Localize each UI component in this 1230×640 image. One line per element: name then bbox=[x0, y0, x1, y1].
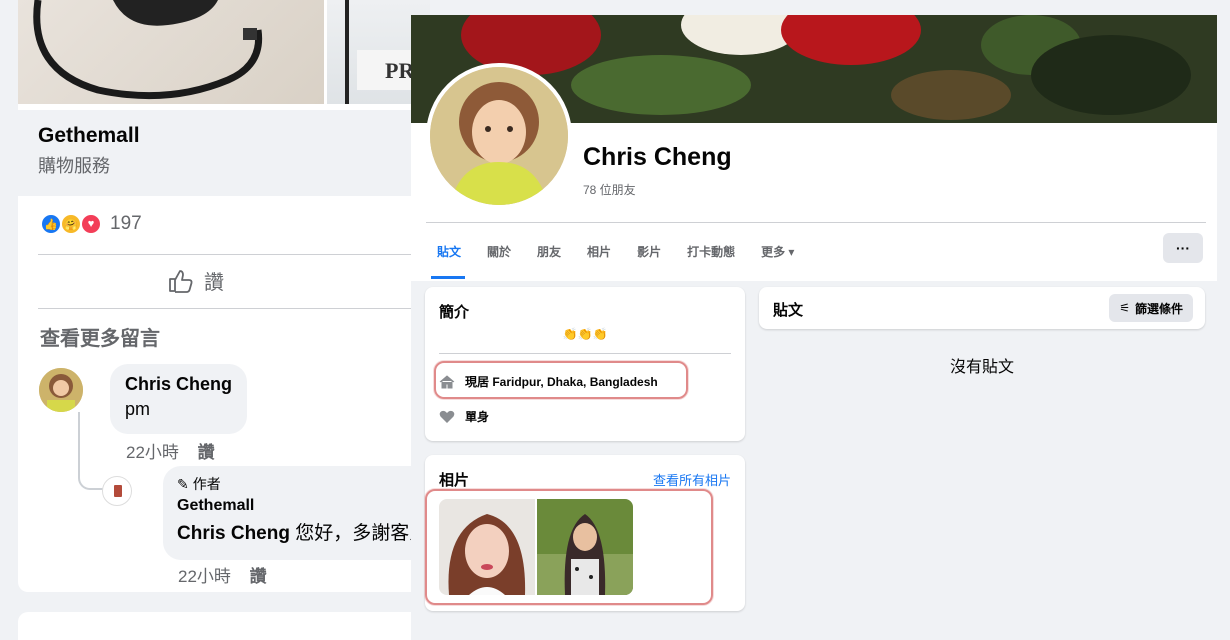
divider bbox=[439, 353, 731, 354]
comment-author[interactable]: Chris Cheng bbox=[125, 374, 232, 395]
filter-button[interactable]: ⚟ 篩選條件 bbox=[1109, 294, 1193, 322]
reply-bubble: ✎ 作者 Gethemall Chris Cheng 您好，多謝客人 bbox=[163, 466, 430, 560]
active-tab-indicator bbox=[431, 276, 465, 279]
page-avatar[interactable] bbox=[102, 476, 132, 506]
tab-friends[interactable]: 朋友 bbox=[537, 243, 561, 260]
post-card: PR Gethemall 購物服務 👍 🤗 ♥ 197 讚 查看更多留言 Chr… bbox=[18, 0, 430, 592]
intro-bio: 👏👏👏 bbox=[562, 327, 608, 341]
like-label: 讚 bbox=[204, 272, 224, 294]
sliders-icon: ⚟ bbox=[1119, 301, 1130, 315]
divider bbox=[426, 222, 1206, 223]
tab-posts[interactable]: 貼文 bbox=[437, 243, 461, 260]
reaction-count: 197 bbox=[110, 213, 142, 234]
profile-picture[interactable] bbox=[426, 63, 572, 209]
comment-time[interactable]: 22小時 bbox=[178, 567, 231, 586]
tab-about[interactable]: 關於 bbox=[487, 243, 511, 260]
relationship-text: 單身 bbox=[465, 410, 490, 424]
profile-tabs: 貼文 關於 朋友 相片 影片 打卡動態 更多 ▾ bbox=[437, 243, 794, 260]
care-reaction-icon: 🤗 bbox=[60, 213, 82, 235]
intro-relationship: 單身 bbox=[439, 408, 489, 425]
thumbs-up-icon bbox=[169, 269, 193, 293]
reply-meta: 22小時 讚 bbox=[178, 562, 267, 587]
next-post-card bbox=[18, 612, 430, 640]
highlight-circle bbox=[434, 361, 688, 399]
avatar[interactable] bbox=[39, 368, 83, 412]
link-preview[interactable]: Gethemall 購物服務 bbox=[18, 110, 430, 196]
posts-header-card: 貼文 ⚟ 篩選條件 bbox=[759, 287, 1205, 329]
view-more-comments-link[interactable]: 查看更多留言 bbox=[40, 322, 160, 351]
post-photo[interactable] bbox=[18, 0, 324, 104]
mention[interactable]: Chris Cheng bbox=[177, 523, 290, 544]
tab-videos[interactable]: 影片 bbox=[637, 243, 661, 260]
author-badge: ✎ 作者 bbox=[177, 475, 221, 493]
heart-icon bbox=[439, 410, 455, 423]
tab-photos[interactable]: 相片 bbox=[587, 243, 611, 260]
post-panel: PR Gethemall 購物服務 👍 🤗 ♥ 197 讚 查看更多留言 Chr… bbox=[0, 0, 430, 640]
like-reaction-icon: 👍 bbox=[40, 213, 62, 235]
highlight-circle bbox=[425, 489, 713, 605]
divider bbox=[38, 308, 428, 309]
see-all-photos-link[interactable]: 查看所有相片 bbox=[653, 470, 731, 489]
profile-name: Chris Cheng bbox=[583, 143, 732, 171]
tab-more[interactable]: 更多 ▾ bbox=[761, 243, 794, 260]
divider bbox=[38, 254, 428, 255]
comment-text: pm bbox=[125, 399, 151, 419]
posts-title: 貼文 bbox=[773, 302, 804, 319]
empty-posts-message: 沒有貼文 bbox=[949, 359, 1014, 376]
comment-like-button[interactable]: 讚 bbox=[250, 567, 267, 586]
photos-title: 相片 bbox=[439, 472, 470, 489]
comment-time[interactable]: 22小時 bbox=[126, 443, 179, 462]
comment-bubble: Chris Cheng pm bbox=[110, 364, 247, 434]
reply-text: Chris Cheng 您好，多謝客人 bbox=[177, 523, 429, 544]
like-button[interactable]: 讚 bbox=[168, 266, 224, 295]
photos-card: 相片 查看所有相片 bbox=[425, 455, 745, 611]
more-options-button[interactable]: ··· bbox=[1163, 233, 1203, 263]
photo-text: PR bbox=[385, 58, 415, 83]
comment-like-button[interactable]: 讚 bbox=[198, 443, 215, 462]
comment-meta: 22小時 讚 bbox=[126, 438, 215, 463]
pencil-icon: ✎ bbox=[177, 475, 189, 492]
tab-checkins[interactable]: 打卡動態 bbox=[687, 243, 735, 260]
intro-title: 簡介 bbox=[439, 304, 470, 321]
profile-panel: Chris Cheng 78 位朋友 貼文 關於 朋友 相片 影片 打卡動態 更… bbox=[411, 15, 1217, 640]
friend-count[interactable]: 78 位朋友 bbox=[583, 181, 636, 198]
reactions-summary[interactable]: 👍 🤗 ♥ 197 bbox=[40, 213, 142, 235]
link-title: Gethemall bbox=[38, 124, 140, 147]
intro-card: 簡介 👏👏👏 現居 Faridpur, Dhaka, Bangladesh 單身 bbox=[425, 287, 745, 441]
love-reaction-icon: ♥ bbox=[80, 213, 102, 235]
reply-author[interactable]: Gethemall bbox=[177, 497, 429, 515]
link-subtitle: 購物服務 bbox=[38, 156, 110, 176]
